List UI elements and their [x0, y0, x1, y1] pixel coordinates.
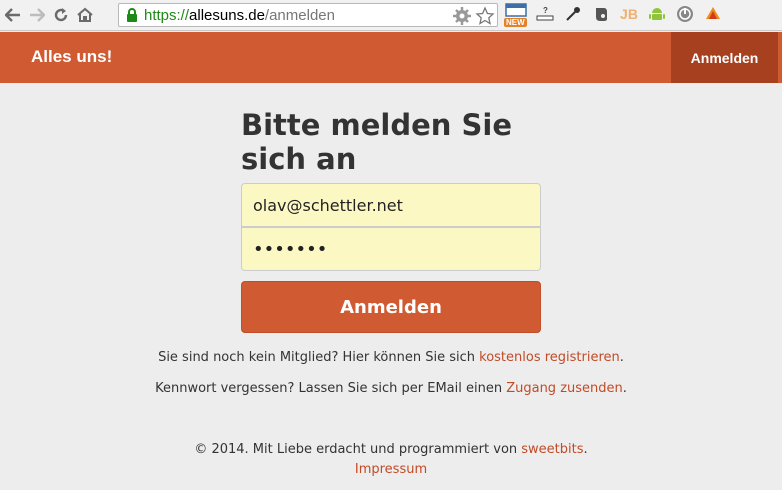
footer-copyright: © 2014. Mit Liebe erdacht und programmie…: [0, 442, 782, 457]
register-hint: Sie sind noch kein Mitglied? Hier können…: [0, 350, 782, 365]
settings-gear-icon[interactable]: [452, 6, 472, 30]
brand-link[interactable]: Alles uns!: [31, 47, 112, 67]
forgot-link[interactable]: Zugang zusenden: [506, 381, 623, 396]
ruler-icon[interactable]: ?: [534, 3, 556, 25]
forgot-end: .: [622, 381, 627, 396]
power-icon[interactable]: [674, 3, 696, 25]
new-tab-extension-icon[interactable]: NEW: [504, 3, 528, 27]
forward-icon[interactable]: [26, 4, 48, 26]
browser-toolbar: https://allesuns.de/anmelden NEW ? JB: [0, 0, 782, 31]
evernote-icon[interactable]: [590, 3, 612, 25]
page-title: Bitte melden Sie sich an: [241, 108, 513, 176]
lock-icon: [123, 6, 141, 24]
login-submit-button[interactable]: Anmelden: [241, 281, 541, 333]
firebug-icon[interactable]: [702, 3, 724, 25]
back-icon[interactable]: [2, 4, 24, 26]
copyright-text: © 2014. Mit Liebe erdacht und programmie…: [194, 442, 522, 457]
imprint-link[interactable]: Impressum: [355, 462, 427, 477]
email-field[interactable]: [241, 183, 541, 227]
forgot-hint: Kennwort vergessen? Lassen Sie sich per …: [0, 381, 782, 396]
footer-imprint: Impressum: [0, 462, 782, 477]
jb-icon[interactable]: JB: [618, 3, 640, 25]
eyedropper-icon[interactable]: [562, 3, 584, 25]
sweetbits-link[interactable]: sweetbits: [521, 442, 583, 457]
password-field[interactable]: [241, 227, 541, 271]
site-header: Alles uns! Anmelden: [0, 32, 782, 83]
register-end: .: [619, 350, 624, 365]
address-bar[interactable]: https://allesuns.de/anmelden: [118, 3, 498, 27]
register-link[interactable]: kostenlos registrieren: [479, 350, 620, 365]
copyright-end: .: [583, 442, 588, 457]
forgot-text: Kennwort vergessen? Lassen Sie sich per …: [155, 381, 507, 396]
home-icon[interactable]: [74, 4, 96, 26]
register-text: Sie sind noch kein Mitglied? Hier können…: [158, 350, 480, 365]
reload-icon[interactable]: [50, 4, 72, 26]
new-badge: NEW: [504, 18, 527, 27]
svg-text:?: ?: [543, 6, 548, 15]
android-icon[interactable]: [646, 3, 668, 25]
header-login-button[interactable]: Anmelden: [671, 32, 778, 83]
bookmark-star-icon[interactable]: [475, 6, 495, 30]
url-text: https://allesuns.de/anmelden: [144, 6, 335, 24]
